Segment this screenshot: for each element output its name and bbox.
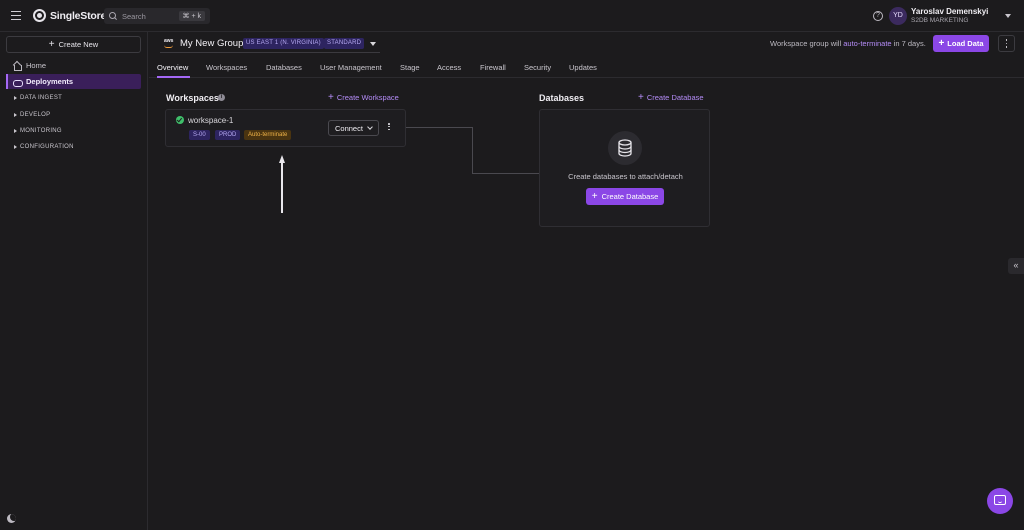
plus-icon: + xyxy=(638,91,644,103)
sidebar-item-label: Deployments xyxy=(26,77,74,86)
brand-logo[interactable]: SingleStore xyxy=(33,9,106,22)
help-icon[interactable]: ? xyxy=(873,11,883,21)
sidebar-section-develop[interactable]: DEVELOP xyxy=(14,112,50,118)
create-new-button[interactable]: + Create New xyxy=(6,36,141,53)
plus-icon: + xyxy=(48,38,55,50)
plus-icon: + xyxy=(591,190,598,202)
section-label: DEVELOP xyxy=(20,112,51,118)
top-bar: SingleStore Search ⌘ + k ? YD Yaroslav D… xyxy=(0,0,1024,32)
user-name[interactable]: Yaroslav Demenskyi xyxy=(911,7,988,16)
tab-security[interactable]: Security xyxy=(524,63,551,72)
workspace-more-button[interactable] xyxy=(388,123,390,131)
search-icon xyxy=(109,12,117,20)
plus-icon: + xyxy=(328,91,334,103)
search-shortcut: ⌘ + k xyxy=(178,11,205,21)
auto-terminate-link[interactable]: auto-terminate xyxy=(843,39,891,48)
tab-user-management[interactable]: User Management xyxy=(320,63,382,72)
region-badge: US EAST 1 (N. VIRGINIA) xyxy=(243,38,324,49)
caret-right-icon xyxy=(14,145,17,149)
databases-empty-text: Create databases to attach/detach xyxy=(568,172,683,181)
tab-firewall[interactable]: Firewall xyxy=(480,63,506,72)
tab-updates[interactable]: Updates xyxy=(569,63,597,72)
create-database-button[interactable]: + Create Database xyxy=(586,188,664,205)
chevron-down-icon[interactable] xyxy=(1005,14,1011,18)
aws-icon: aws xyxy=(164,38,174,44)
search-input[interactable]: Search ⌘ + k xyxy=(104,8,210,24)
caret-right-icon xyxy=(14,129,17,133)
tab-access[interactable]: Access xyxy=(437,63,461,72)
sidebar-section-data-ingest[interactable]: DATA INGEST xyxy=(14,95,62,101)
caret-right-icon xyxy=(14,113,17,117)
sidebar-item-home[interactable]: Home xyxy=(6,58,141,73)
section-label: MONITORING xyxy=(20,128,62,134)
section-label: CONFIGURATION xyxy=(20,144,74,150)
cloud-icon xyxy=(13,78,23,87)
workspace-name[interactable]: workspace-1 xyxy=(188,116,233,125)
menu-icon[interactable] xyxy=(11,11,21,20)
database-icon-container xyxy=(608,131,642,165)
note-suffix: in 7 days. xyxy=(891,39,926,48)
workspace-group-name[interactable]: My New Group xyxy=(180,38,243,49)
group-selector-chevron-icon[interactable] xyxy=(370,42,376,46)
theme-toggle-icon[interactable] xyxy=(7,514,16,523)
create-workspace-link[interactable]: + Create Workspace xyxy=(328,91,399,103)
chat-support-button[interactable] xyxy=(987,488,1013,514)
more-options-button[interactable] xyxy=(998,35,1015,52)
section-label: DATA INGEST xyxy=(20,95,63,101)
create-database-label: Create Database xyxy=(646,93,704,102)
workspaces-title: Workspaces xyxy=(166,93,219,103)
connector-line xyxy=(472,173,539,174)
create-database-link[interactable]: + Create Database xyxy=(638,91,704,103)
load-data-button[interactable]: + Load Data xyxy=(933,35,989,52)
create-workspace-label: Create Workspace xyxy=(336,93,399,102)
edition-badge: STANDARD xyxy=(324,38,365,49)
create-new-label: Create New xyxy=(58,40,99,49)
sidebar-section-configuration[interactable]: CONFIGURATION xyxy=(14,144,74,150)
note-prefix: Workspace group will xyxy=(770,39,844,48)
caret-right-icon xyxy=(14,96,17,100)
auto-terminate-badge: Auto-terminate xyxy=(244,130,292,140)
avatar[interactable]: YD xyxy=(889,7,907,25)
kebab-icon xyxy=(388,123,390,125)
connect-button[interactable]: Connect xyxy=(328,120,379,136)
workspace-card[interactable]: workspace-1 S-00 PROD Auto-terminate Con… xyxy=(165,109,406,147)
database-icon xyxy=(618,139,632,157)
tab-databases[interactable]: Databases xyxy=(266,63,302,72)
annotation-arrow xyxy=(281,162,283,213)
singlestore-logo-icon xyxy=(33,9,46,22)
tab-stage[interactable]: Stage xyxy=(400,63,420,72)
status-ok-icon xyxy=(176,116,184,124)
search-placeholder: Search xyxy=(122,11,146,21)
sidebar-item-deployments[interactable]: Deployments xyxy=(6,74,141,89)
create-database-button-label: Create Database xyxy=(601,192,659,201)
collapse-panel-icon[interactable]: « xyxy=(1008,258,1024,274)
sidebar-item-label: Home xyxy=(26,61,47,70)
connector-line xyxy=(472,127,473,173)
plus-icon: + xyxy=(938,37,945,49)
connector-line xyxy=(406,127,473,128)
sidebar: + Create New Home Deployments DATA INGES… xyxy=(0,32,148,530)
auto-terminate-note: Workspace group will auto-terminate in 7… xyxy=(770,39,926,48)
home-icon xyxy=(13,62,22,71)
env-badge: PROD xyxy=(215,130,241,140)
databases-empty-card: Create databases to attach/detach + Crea… xyxy=(539,109,710,227)
chevron-down-icon xyxy=(367,124,373,130)
connect-label: Connect xyxy=(335,123,363,133)
brand-name: SingleStore xyxy=(50,9,107,22)
sidebar-section-monitoring[interactable]: MONITORING xyxy=(14,128,62,134)
databases-title: Databases xyxy=(539,93,585,103)
tab-overview[interactable]: Overview xyxy=(157,63,188,72)
group-selector-underline xyxy=(160,52,380,53)
aws-logo-smile xyxy=(164,45,173,48)
user-org: S2DB MARKETING xyxy=(911,17,969,24)
load-data-label: Load Data xyxy=(947,39,984,48)
chat-icon xyxy=(994,495,1006,505)
active-tab-indicator xyxy=(157,76,190,78)
size-badge: S-00 xyxy=(189,130,210,140)
kebab-icon xyxy=(1005,39,1008,42)
info-icon[interactable]: i xyxy=(218,94,225,101)
tab-workspaces[interactable]: Workspaces xyxy=(206,63,247,72)
